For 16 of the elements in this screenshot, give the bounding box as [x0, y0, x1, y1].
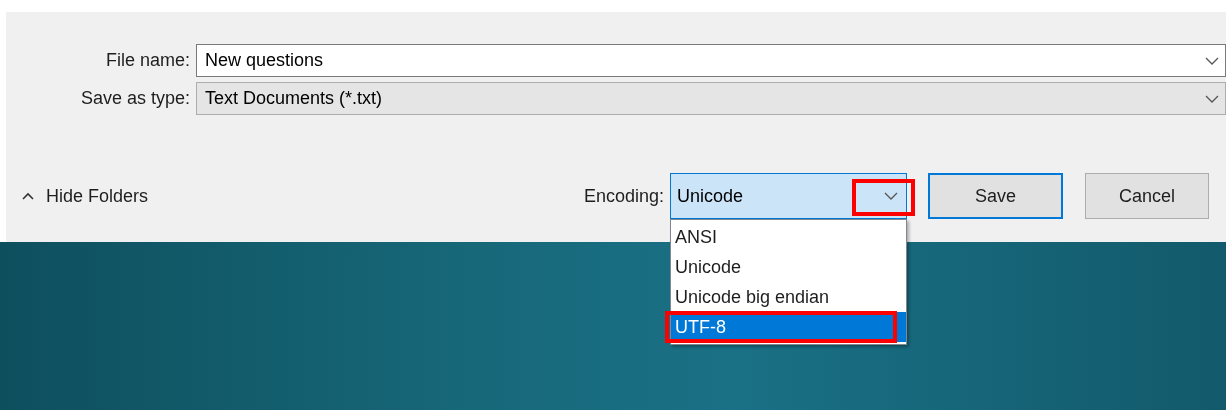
encoding-option[interactable]: Unicode: [671, 252, 906, 282]
encoding-label: Encoding:: [582, 184, 665, 208]
chevron-down-icon: [884, 192, 898, 200]
encoding-dropdown[interactable]: Unicode: [670, 173, 907, 219]
save-button[interactable]: Save: [928, 173, 1063, 219]
file-name-field[interactable]: New questions: [196, 44, 1226, 77]
chevron-down-icon: [1205, 56, 1219, 65]
hide-folders-button[interactable]: Hide Folders: [22, 182, 562, 210]
field-label: File name:: [104, 49, 191, 72]
chevron-up-icon: [22, 192, 34, 200]
cancel-button[interactable]: Cancel: [1085, 173, 1209, 219]
encoding-option[interactable]: ANSI: [671, 222, 906, 252]
field-label: Save as type:: [79, 87, 191, 110]
type-dropdown[interactable]: Text Documents (*.txt): [196, 82, 1226, 115]
encoding-option[interactable]: Unicode big endian: [671, 282, 906, 312]
chevron-down-icon: [1205, 94, 1219, 103]
